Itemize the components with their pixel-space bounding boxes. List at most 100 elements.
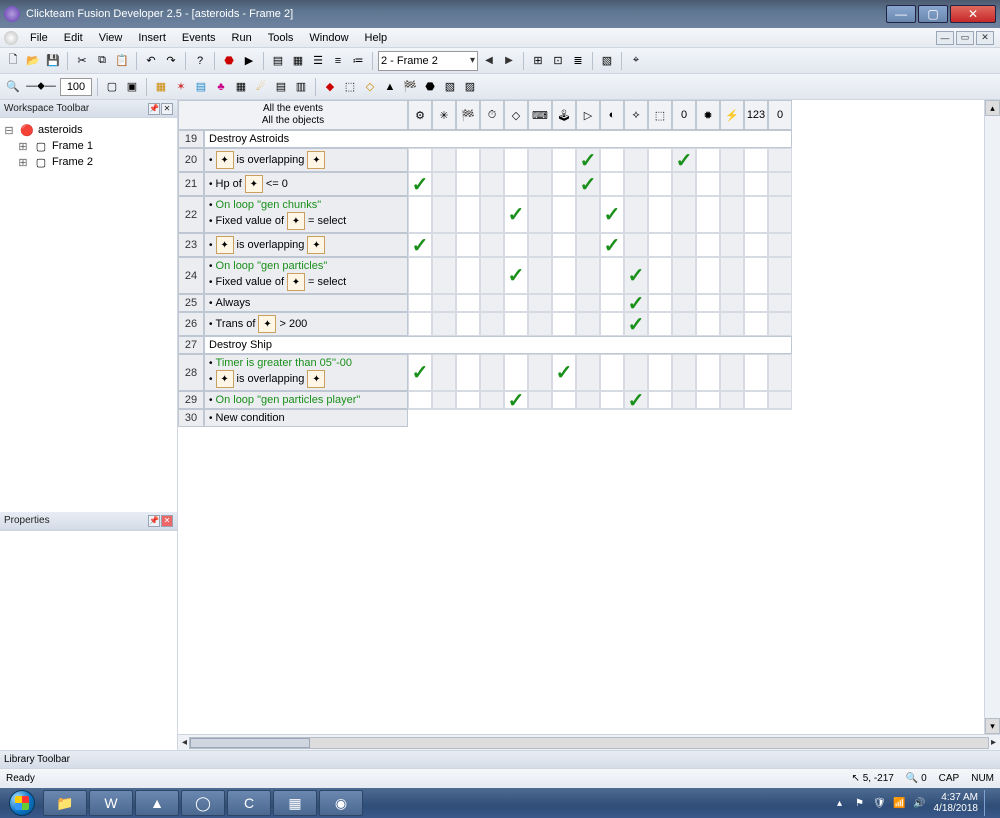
object-column-header[interactable]: ◐	[600, 100, 624, 130]
event-action-cell[interactable]	[552, 257, 576, 294]
taskbar-app[interactable]: ▲	[135, 790, 179, 816]
taskbar-app[interactable]: C	[227, 790, 271, 816]
tray-icon[interactable]: 📶	[892, 795, 908, 811]
event-action-cell[interactable]	[720, 148, 744, 172]
event-action-cell[interactable]	[456, 172, 480, 196]
menu-events[interactable]: Events	[174, 30, 224, 46]
new-icon[interactable]: 🗋	[4, 52, 22, 70]
menu-insert[interactable]: Insert	[130, 30, 174, 46]
object-list-icon[interactable]: ▤	[272, 78, 290, 96]
close-button[interactable]: ✕	[950, 5, 996, 23]
zoom-fit-icon[interactable]: ▧	[598, 52, 616, 70]
event-action-cell[interactable]	[672, 391, 696, 409]
event-action-cell[interactable]	[600, 312, 624, 336]
help-icon[interactable]: ?	[191, 52, 209, 70]
library-toolbar[interactable]: Library Toolbar	[0, 750, 1000, 768]
event-editor[interactable]: All the eventsAll the objects⚙✳🏁⏱◇⌨🕹▷◐⟡⬚…	[178, 100, 984, 734]
expand-toggle-icon[interactable]: ⊞	[16, 156, 30, 169]
event-action-cell[interactable]: ✓	[672, 148, 696, 172]
event-action-cell[interactable]	[768, 354, 792, 391]
event-action-cell[interactable]	[696, 233, 720, 257]
event-row-number[interactable]: 22	[178, 196, 204, 233]
open-icon[interactable]: 📂	[24, 52, 42, 70]
event-condition[interactable]: •On loop "gen chunks"•Fixed value of✦= s…	[204, 196, 408, 233]
event-action-cell[interactable]	[432, 257, 456, 294]
event-action-cell[interactable]	[504, 354, 528, 391]
tree-frame-2[interactable]: ⊞ ▢ Frame 2	[2, 154, 175, 170]
event-action-cell[interactable]	[432, 354, 456, 391]
scroll-up-icon[interactable]: ▴	[985, 100, 1000, 116]
tray-icon[interactable]: 🛡	[872, 795, 888, 811]
event-action-cell[interactable]: ✓	[408, 354, 432, 391]
event-action-cell[interactable]	[408, 294, 432, 312]
event-action-cell[interactable]	[552, 148, 576, 172]
event-action-cell[interactable]	[696, 294, 720, 312]
menu-window[interactable]: Window	[301, 30, 356, 46]
zoom-icon[interactable]: 🔍	[4, 78, 22, 96]
event-action-cell[interactable]	[648, 354, 672, 391]
object-column-header[interactable]: 🕹	[552, 100, 576, 130]
event-action-cell[interactable]	[552, 391, 576, 409]
event-action-cell[interactable]	[504, 172, 528, 196]
event-row-number[interactable]: 19	[178, 130, 204, 148]
event-action-cell[interactable]: ✓	[552, 354, 576, 391]
event-action-cell[interactable]	[528, 172, 552, 196]
event-action-cell[interactable]: ✓	[408, 233, 432, 257]
menu-file[interactable]: File	[22, 30, 56, 46]
object-string-icon[interactable]: ▦	[152, 78, 170, 96]
object-column-header[interactable]: ⬚	[648, 100, 672, 130]
event-action-cell[interactable]	[744, 312, 768, 336]
object-sound-icon[interactable]: ▨	[461, 78, 479, 96]
event-action-cell[interactable]	[672, 257, 696, 294]
event-action-cell[interactable]	[576, 312, 600, 336]
event-action-cell[interactable]	[648, 312, 672, 336]
object-column-header[interactable]: 123	[744, 100, 768, 130]
event-row-number[interactable]: 21	[178, 172, 204, 196]
event-action-cell[interactable]	[768, 196, 792, 233]
event-action-cell[interactable]	[768, 233, 792, 257]
event-action-cell[interactable]	[624, 172, 648, 196]
event-action-cell[interactable]	[528, 354, 552, 391]
event-condition[interactable]: •New condition	[204, 409, 408, 427]
event-action-cell[interactable]	[672, 233, 696, 257]
event-action-cell[interactable]	[648, 196, 672, 233]
event-action-cell[interactable]	[648, 294, 672, 312]
event-action-cell[interactable]: ✓	[576, 148, 600, 172]
event-action-cell[interactable]	[456, 257, 480, 294]
event-action-cell[interactable]: ✓	[624, 391, 648, 409]
event-list-editor-icon[interactable]: ≡	[329, 52, 347, 70]
event-action-cell[interactable]	[456, 354, 480, 391]
align-icon[interactable]: ≣	[569, 52, 587, 70]
event-action-cell[interactable]	[576, 257, 600, 294]
event-action-cell[interactable]	[456, 391, 480, 409]
tray-icon[interactable]: ⚑	[852, 795, 868, 811]
object-column-header[interactable]: ◇	[504, 100, 528, 130]
event-action-cell[interactable]	[552, 233, 576, 257]
menu-run[interactable]: Run	[224, 30, 260, 46]
event-action-cell[interactable]	[624, 196, 648, 233]
event-action-cell[interactable]	[696, 391, 720, 409]
event-action-cell[interactable]	[552, 312, 576, 336]
event-action-cell[interactable]: ✓	[504, 391, 528, 409]
event-action-cell[interactable]	[624, 354, 648, 391]
menu-tools[interactable]: Tools	[260, 30, 302, 46]
event-action-cell[interactable]	[696, 148, 720, 172]
object-edit-icon[interactable]: ☄	[252, 78, 270, 96]
event-action-cell[interactable]	[432, 196, 456, 233]
event-condition[interactable]: •On loop "gen particles"•Fixed value of✦…	[204, 257, 408, 294]
event-action-cell[interactable]	[432, 148, 456, 172]
paste-icon[interactable]: 📋	[113, 52, 131, 70]
event-action-cell[interactable]: ✓	[600, 196, 624, 233]
object-flag-icon[interactable]: 🏁	[401, 78, 419, 96]
event-row-number[interactable]: 26	[178, 312, 204, 336]
object-column-header[interactable]: 🏁	[456, 100, 480, 130]
event-action-cell[interactable]	[744, 391, 768, 409]
grid-setup-icon[interactable]: ⊞	[529, 52, 547, 70]
event-action-cell[interactable]	[696, 312, 720, 336]
mdi-restore-button[interactable]: ▭	[956, 31, 974, 45]
event-action-cell[interactable]	[576, 391, 600, 409]
event-action-cell[interactable]	[672, 312, 696, 336]
event-action-cell[interactable]	[768, 312, 792, 336]
event-header-all[interactable]: All the eventsAll the objects	[178, 100, 408, 130]
event-condition[interactable]: •Hp of✦<= 0	[204, 172, 408, 196]
